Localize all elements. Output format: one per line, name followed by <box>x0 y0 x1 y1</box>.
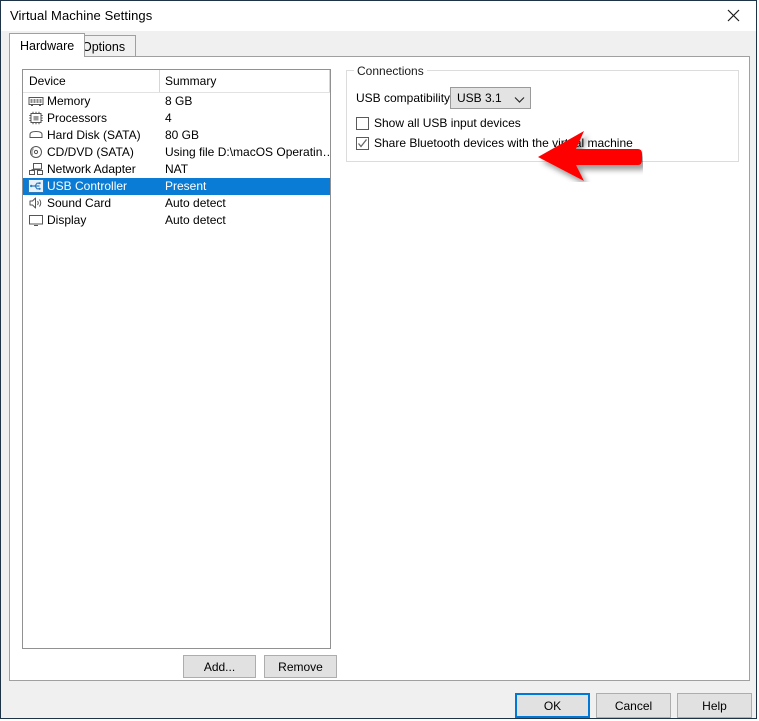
ok-button-label: OK <box>543 698 562 713</box>
window-title: Virtual Machine Settings <box>10 8 153 23</box>
device-name: Sound Card <box>47 196 112 210</box>
checkbox-box-checked <box>356 137 369 150</box>
device-name: USB Controller <box>47 179 128 193</box>
table-row[interactable]: Processors 4 <box>23 110 330 127</box>
device-summary: Using file D:\macOS Operatin… <box>165 145 331 159</box>
checkbox-box-unchecked <box>356 117 369 130</box>
table-row[interactable]: Display Auto detect <box>23 212 330 229</box>
display-icon <box>28 213 44 228</box>
connections-legend: Connections <box>354 64 427 78</box>
device-summary: Auto detect <box>165 213 226 227</box>
table-row[interactable]: Network Adapter NAT <box>23 161 330 178</box>
table-row[interactable]: Sound Card Auto detect <box>23 195 330 212</box>
device-summary: 80 GB <box>165 128 200 142</box>
tab-options-label: Options <box>82 39 126 54</box>
usb-compatibility-label: USB compatibility: <box>356 91 454 105</box>
help-button[interactable]: Help <box>677 693 752 718</box>
cancel-button[interactable]: Cancel <box>596 693 671 718</box>
device-list-header: Device Summary <box>23 70 330 93</box>
device-list[interactable]: Device Summary Memory 8 GB Processors 4 … <box>22 69 331 649</box>
add-button-label: Add... <box>203 659 236 674</box>
hardware-panel: Device Summary Memory 8 GB Processors 4 … <box>9 56 750 681</box>
cancel-button-label: Cancel <box>614 698 653 713</box>
table-row[interactable]: Hard Disk (SATA) 80 GB <box>23 127 330 144</box>
column-divider <box>159 70 160 92</box>
close-icon[interactable] <box>711 1 756 30</box>
chevron-down-icon <box>514 93 525 107</box>
device-summary: 4 <box>165 111 172 125</box>
help-button-label: Help <box>702 698 727 713</box>
device-name: Network Adapter <box>47 162 136 176</box>
device-summary: Present <box>165 179 207 193</box>
show-all-usb-input-devices-checkbox[interactable]: Show all USB input devices <box>356 116 521 131</box>
table-row[interactable]: Memory 8 GB <box>23 93 330 110</box>
remove-button-label: Remove <box>278 659 323 674</box>
tab-hardware[interactable]: Hardware <box>9 33 86 57</box>
device-summary: NAT <box>165 162 189 176</box>
device-name: Hard Disk (SATA) <box>47 128 141 142</box>
remove-button[interactable]: Remove <box>264 655 337 678</box>
device-name: CD/DVD (SATA) <box>47 145 134 159</box>
hard-disk-icon <box>28 128 44 143</box>
device-name: Display <box>47 213 87 227</box>
processor-icon <box>28 111 44 126</box>
tab-hardware-label: Hardware <box>20 38 75 53</box>
usb-compatibility-value: USB 3.1 <box>457 91 502 105</box>
device-name: Processors <box>47 111 108 125</box>
ok-button[interactable]: OK <box>515 693 590 718</box>
cd-dvd-icon <box>28 145 44 160</box>
column-divider-end <box>329 70 330 92</box>
memory-icon <box>28 94 44 109</box>
share-bluetooth-devices-checkbox[interactable]: Share Bluetooth devices with the virtual… <box>356 136 633 151</box>
network-adapter-icon <box>28 162 44 177</box>
table-row[interactable]: USB Controller Present <box>23 178 330 195</box>
device-summary: Auto detect <box>165 196 226 210</box>
usb-controller-icon <box>28 179 44 194</box>
virtual-machine-settings-dialog: Virtual Machine Settings Hardware Option… <box>0 0 757 719</box>
table-row[interactable]: CD/DVD (SATA) Using file D:\macOS Operat… <box>23 144 330 161</box>
column-header-device[interactable]: Device <box>29 74 66 88</box>
column-header-summary[interactable]: Summary <box>165 74 216 88</box>
sound-card-icon <box>28 196 44 211</box>
title-bar: Virtual Machine Settings <box>1 1 756 31</box>
device-name: Memory <box>47 94 91 108</box>
add-button[interactable]: Add... <box>183 655 256 678</box>
device-summary: 8 GB <box>165 94 193 108</box>
checkbox-label: Share Bluetooth devices with the virtual… <box>374 136 633 150</box>
usb-compatibility-dropdown[interactable]: USB 3.1 <box>450 87 531 109</box>
checkbox-label: Show all USB input devices <box>374 116 521 130</box>
tab-strip: Hardware Options <box>1 31 756 57</box>
